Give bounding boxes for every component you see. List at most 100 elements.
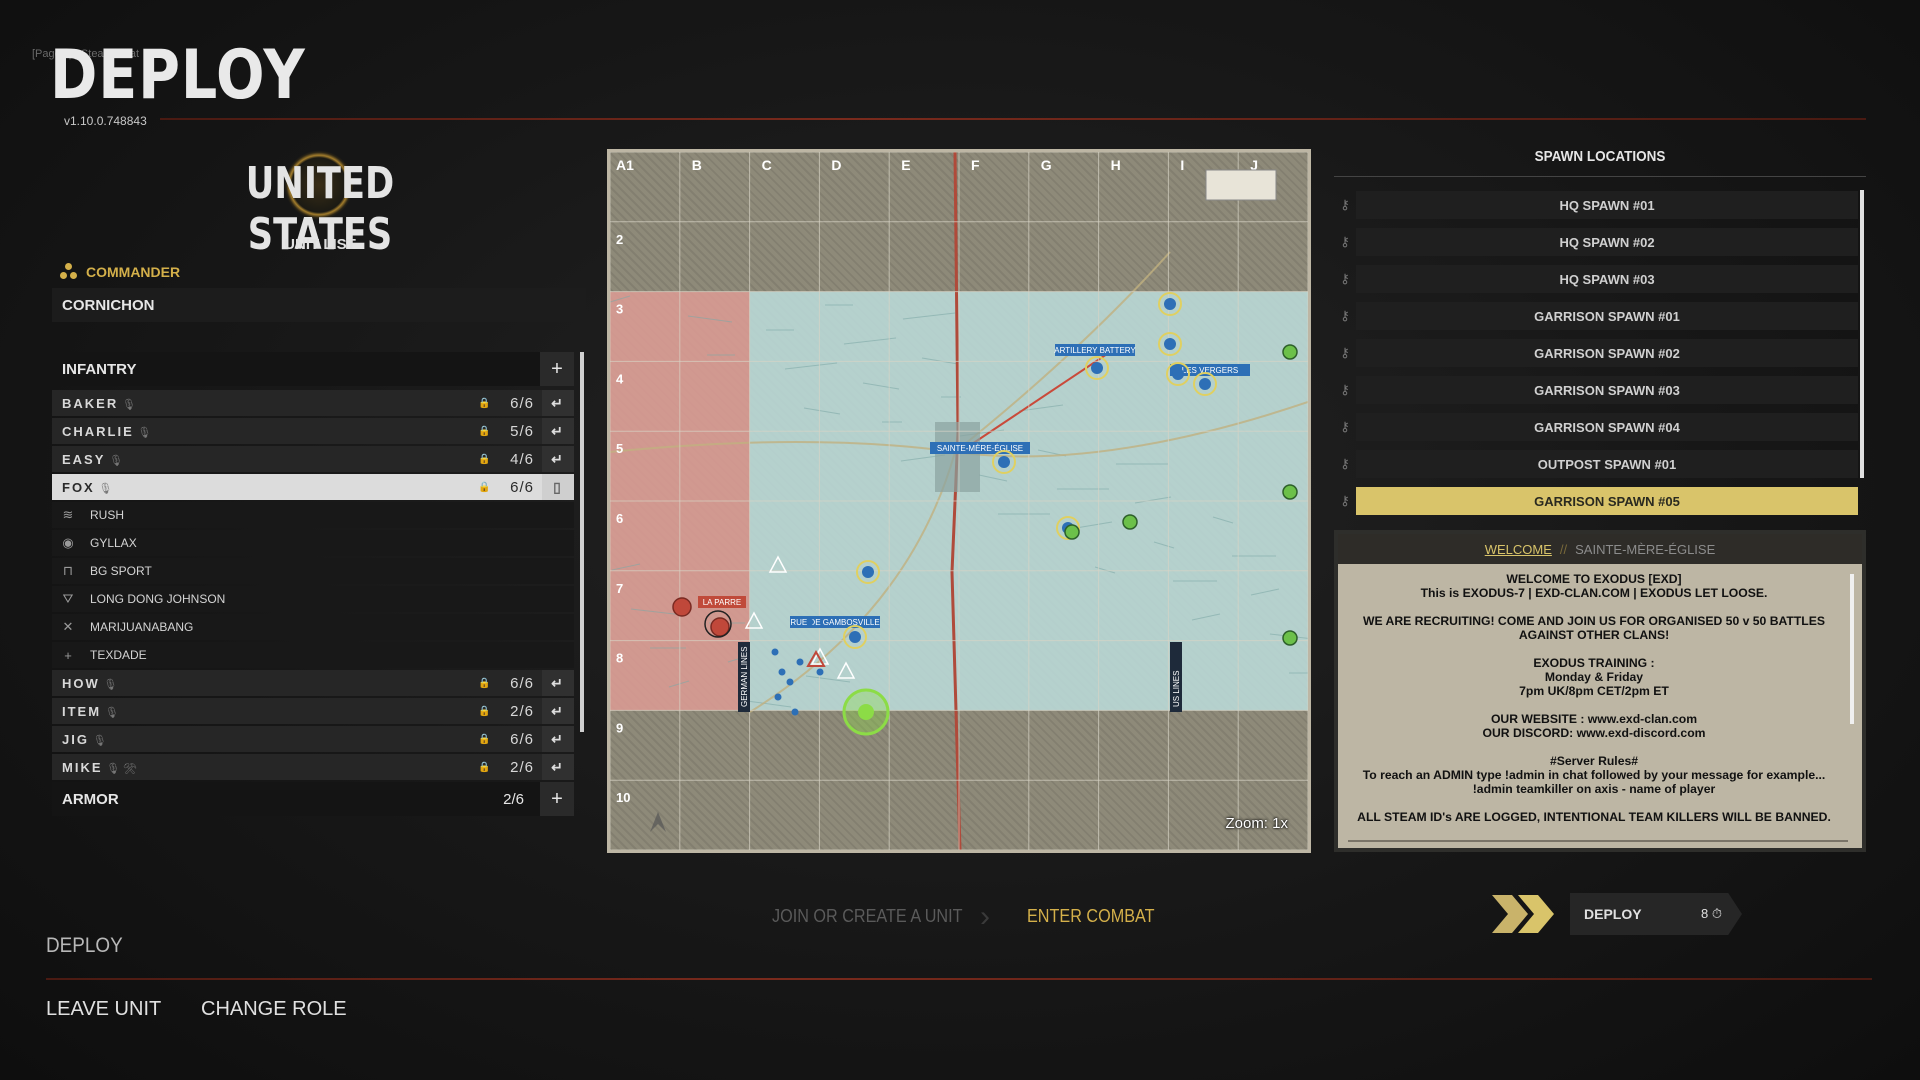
squad-row-jig[interactable]: JIG 🎙 🔒 6/6 ↵ [52, 726, 574, 752]
map-row-label: 9 [616, 720, 623, 735]
spawn-item-label[interactable]: GARRISON SPAWN #04 [1356, 413, 1858, 441]
map-column-label: I [1180, 157, 1184, 173]
join-squad-button[interactable]: ↵ [542, 390, 574, 416]
squad-member-row[interactable]: ✕ MARIJUANABANG [52, 614, 574, 640]
tab-map-info[interactable]: SAINTE-MÈRE-ÉGLISE [1575, 542, 1715, 557]
page-title: DEPLOY [50, 36, 306, 115]
enemy-marker-icon [672, 597, 692, 617]
deploy-button[interactable]: DEPLOY 8 ⏱ [1490, 893, 1742, 935]
objective-icon [1164, 298, 1176, 310]
leave-unit-button[interactable]: LEAVE UNIT [46, 998, 161, 1021]
garrison-icon [1282, 344, 1298, 360]
spawn-item-label[interactable]: HQ SPAWN #03 [1356, 265, 1858, 293]
tab-welcome[interactable]: WELCOME [1485, 542, 1552, 557]
squad-row-baker[interactable]: BAKER 🎙 🔒 6/6 ↵ [52, 390, 574, 416]
squad-member-row[interactable]: + TEXDADE [52, 642, 574, 668]
squad-count: 6/6 [510, 394, 534, 412]
spawn-item[interactable]: ⚷ GARRISON SPAWN #05 [1334, 486, 1858, 516]
map-canvas[interactable]: A1 B C D E F G H I J2345678910GERMAN LINES US LINE… [610, 152, 1308, 850]
map-column-label: G [1041, 157, 1052, 173]
squad-list-scrollbar-thumb[interactable] [580, 352, 584, 732]
squad-row-easy[interactable]: EASY 🎙 🔒 4/6 ↵ [52, 446, 574, 472]
spawn-item-label[interactable]: GARRISON SPAWN #02 [1356, 339, 1858, 367]
leave-squad-button[interactable]: ▯ [542, 474, 574, 500]
mic-icon: 🎙 [98, 482, 113, 495]
map-column-label: C [762, 157, 772, 173]
squad-name: JIG [62, 731, 89, 747]
lock-icon: 🔒 [478, 425, 493, 437]
member-name: GYLLAX [90, 536, 137, 550]
add-armor-squad-button[interactable]: + [540, 782, 574, 816]
spawn-key-icon: ⚷ [1340, 345, 1350, 360]
map-row-label: 8 [616, 651, 623, 666]
spawn-list-scrollbar[interactable] [1860, 190, 1864, 478]
squad-name: BAKER [62, 395, 119, 411]
spawn-item[interactable]: ⚷ GARRISON SPAWN #04 [1334, 412, 1858, 442]
commander-player-row[interactable]: CORNICHON [52, 288, 586, 322]
deploy-button-body[interactable]: DEPLOY 8 ⏱ [1570, 893, 1742, 935]
squad-member-row[interactable]: ◉ GYLLAX [52, 530, 574, 556]
welcome-bottom-rule [1348, 840, 1848, 842]
spawn-item-label[interactable]: OUTPOST SPAWN #01 [1356, 450, 1858, 478]
join-squad-button[interactable]: ↵ [542, 754, 574, 780]
objective-icon [1172, 368, 1184, 380]
player-dot-icon [806, 618, 814, 626]
crossed-swords-icon: ✕ [62, 619, 74, 634]
join-squad-button[interactable]: ↵ [542, 726, 574, 752]
join-squad-button[interactable]: ↵ [542, 698, 574, 724]
welcome-scrollbar[interactable] [1850, 574, 1854, 724]
map-zoom-label: Zoom: 1x [1225, 815, 1288, 832]
spawn-item[interactable]: ⚷ GARRISON SPAWN #02 [1334, 338, 1858, 368]
squad-member-row[interactable]: ⊓ BG SPORT [52, 558, 574, 584]
spawn-item[interactable]: ⚷ HQ SPAWN #01 [1334, 190, 1858, 220]
commander-label: COMMANDER [86, 264, 181, 280]
spawn-item[interactable]: ⚷ HQ SPAWN #03 [1334, 264, 1858, 294]
mic-icon: 🎙 [92, 734, 107, 747]
lock-icon: 🔒 [478, 677, 493, 689]
spawn-item[interactable]: ⚷ GARRISON SPAWN #01 [1334, 301, 1858, 331]
map-legend [1205, 169, 1277, 201]
squad-member-row[interactable]: ≋ RUSH [52, 502, 574, 528]
squad-row-item[interactable]: ITEM 🎙 🔒 2/6 ↵ [52, 698, 574, 724]
spawn-divider [1334, 176, 1866, 177]
join-squad-button[interactable]: ↵ [542, 670, 574, 696]
change-role-button[interactable]: CHANGE ROLE [201, 998, 347, 1021]
squad-name: MIKE [62, 759, 103, 775]
squad-count: 2/6 [510, 702, 534, 720]
squad-row-fox[interactable]: FOX 🎙 🔒 6/6 ▯ [52, 474, 574, 500]
objective-icon [998, 456, 1010, 468]
spawn-item-label[interactable]: GARRISON SPAWN #03 [1356, 376, 1858, 404]
player-dot-icon [786, 678, 794, 686]
squad-count: 5/6 [510, 422, 534, 440]
battery-label: ARTILLERY BATTERY [1054, 346, 1136, 355]
server-welcome-panel: WELCOME // SAINTE-MÈRE-ÉGLISE WELCOME TO… [1334, 530, 1866, 852]
header-divider [160, 118, 1866, 120]
player-dot-icon [774, 693, 782, 701]
step-enter-combat: ENTER COMBAT [1027, 906, 1155, 926]
join-squad-button[interactable]: ↵ [542, 446, 574, 472]
target-icon: ◉ [62, 535, 74, 550]
spawn-locations-title: SPAWN LOCATIONS [1534, 148, 1666, 165]
add-infantry-squad-button[interactable]: + [540, 352, 574, 386]
tactical-map[interactable]: A1 B C D E F G H I J 2 3 4 5 6 7 8 9 10 GERMAN LINES US LINE… [607, 149, 1311, 853]
squad-row-charlie[interactable]: CHARLIE 🎙 🔒 5/6 ↵ [52, 418, 574, 444]
spawn-item-label[interactable]: GARRISON SPAWN #05 [1356, 487, 1858, 515]
spawn-item-label[interactable]: HQ SPAWN #01 [1356, 191, 1858, 219]
spawn-item[interactable]: ⚷ HQ SPAWN #02 [1334, 227, 1858, 257]
spawn-item-label[interactable]: GARRISON SPAWN #01 [1356, 302, 1858, 330]
squad-name: EASY [62, 451, 106, 467]
squad-member-row[interactable]: ⛛ LONG DONG JOHNSON [52, 586, 574, 612]
player-dot-icon [771, 648, 779, 656]
objective-icon [1164, 338, 1176, 350]
squad-row-mike[interactable]: MIKE 🎙 ⚒ 🔒 2/6 ↵ [52, 754, 574, 780]
squad-row-how[interactable]: HOW 🎙 🔒 6/6 ↵ [52, 670, 574, 696]
spawn-item[interactable]: ⚷ GARRISON SPAWN #03 [1334, 375, 1858, 405]
squad-list: INFANTRY + BAKER 🎙 🔒 6/6 ↵ CHARLIE 🎙 🔒 5/6… [52, 352, 574, 820]
join-squad-button[interactable]: ↵ [542, 418, 574, 444]
objective-icon [849, 631, 861, 643]
map-row-label: 10 [616, 790, 630, 805]
spawn-item[interactable]: ⚷ OUTPOST SPAWN #01 [1334, 449, 1858, 479]
welcome-tabs: WELCOME // SAINTE-MÈRE-ÉGLISE [1338, 534, 1862, 564]
spawn-item-label[interactable]: HQ SPAWN #02 [1356, 228, 1858, 256]
deploy-button-label: DEPLOY [1584, 906, 1642, 922]
